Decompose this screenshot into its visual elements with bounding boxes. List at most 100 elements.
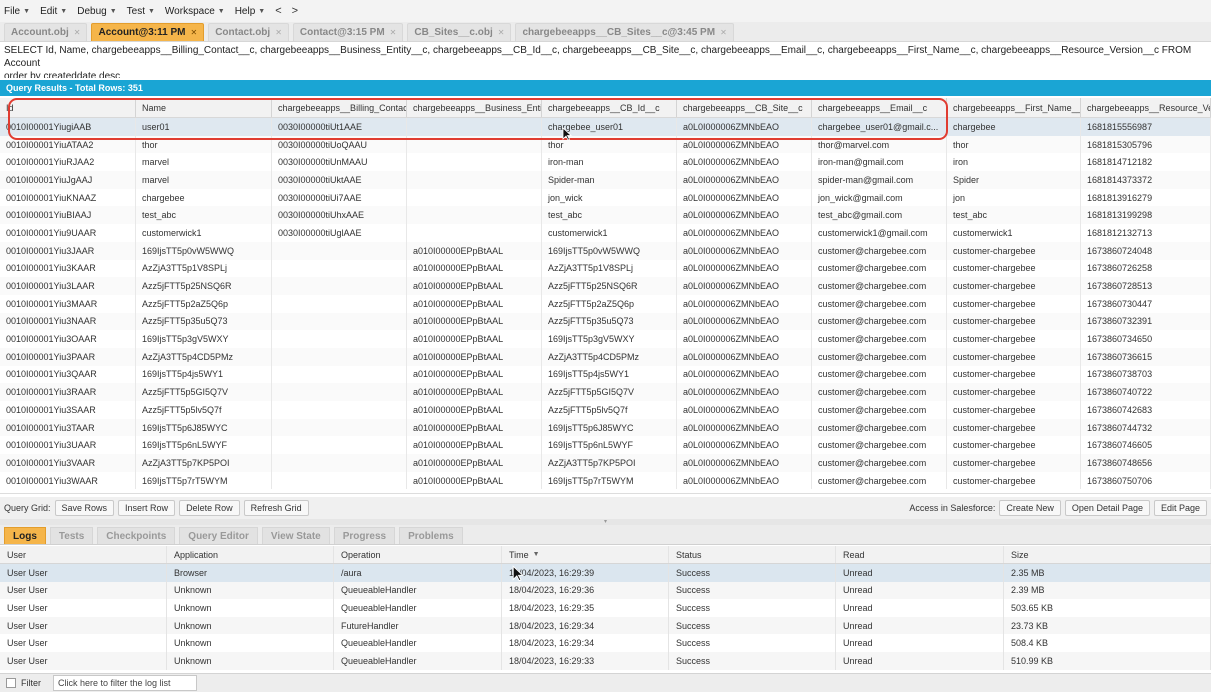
cell-name[interactable]: AzZjA3TT5p1V8SPLj <box>136 259 272 278</box>
cell-first-name[interactable]: customer-chargebee <box>947 294 1081 313</box>
cell-first-name[interactable]: customer-chargebee <box>947 401 1081 419</box>
log-row[interactable]: User User Unknown QueueableHandler 18/04/20… <box>0 651 1211 670</box>
cell-id[interactable]: 0010I00001YiuBIAAJ <box>0 206 136 225</box>
cell-cb-site[interactable]: a0L0I000006ZMNbEAO <box>677 330 812 348</box>
cell-cb-site[interactable]: a0L0I000006ZMNbEAO <box>677 241 812 260</box>
cell-resource-version[interactable]: 1681813916279 <box>1081 188 1211 207</box>
cell-cb-site[interactable]: a0L0I000006ZMNbEAO <box>677 294 812 313</box>
cell-business-entity[interactable] <box>407 171 542 189</box>
cell-cb-id[interactable]: AzZjA3TT5p4CD5PMz <box>542 347 677 366</box>
cell-billing-contact[interactable]: 0030I00000tiUhxAAE <box>272 206 407 225</box>
cell-first-name[interactable]: thor <box>947 135 1081 154</box>
cell-billing-contact[interactable] <box>272 241 407 260</box>
cell-billing-contact[interactable] <box>272 418 407 437</box>
cell-id[interactable]: 0010I00001YiugiAAB <box>0 118 136 136</box>
cell-first-name[interactable]: customer-chargebee <box>947 365 1081 384</box>
column-header-resource-version[interactable]: chargebeeapps__Resource_Ve <box>1081 98 1211 117</box>
cell-id[interactable]: 0010I00001Yiu9UAAR <box>0 224 136 242</box>
table-row[interactable]: 0010I00001YiuATAA2 thor 0030I00000tiUoQAAU… <box>0 135 1211 154</box>
cell-billing-contact[interactable] <box>272 330 407 348</box>
cell-id[interactable]: 0010I00001YiuJgAAJ <box>0 171 136 189</box>
cell-business-entity[interactable]: a010I00000EPpBtAAL <box>407 241 542 260</box>
cell-email[interactable]: test_abc@gmail.com <box>812 206 947 225</box>
cell-cb-site[interactable]: a0L0I000006ZMNbEAO <box>677 135 812 154</box>
cell-id[interactable]: 0010I00001Yiu3TAAR <box>0 418 136 437</box>
cell-id[interactable]: 0010I00001YiuRJAA2 <box>0 153 136 172</box>
cell-billing-contact[interactable] <box>272 436 407 455</box>
cell-cb-site[interactable]: a0L0I000006ZMNbEAO <box>677 418 812 437</box>
cell-email[interactable]: customerwick1@gmail.com <box>812 224 947 242</box>
column-header-business-entity[interactable]: chargebeeapps__Business_Enti <box>407 98 542 117</box>
back-arrow-icon[interactable]: < <box>275 5 281 17</box>
table-row[interactable]: 0010I00001Yiu3MAAR Azz5jFTT5p2aZ5Q6p a010I… <box>0 294 1211 313</box>
refresh-grid-button[interactable]: Refresh Grid <box>243 500 309 516</box>
cell-cb-site[interactable]: a0L0I000006ZMNbEAO <box>677 277 812 295</box>
close-icon[interactable]: ✕ <box>275 28 282 37</box>
insert-row-button[interactable]: Insert Row <box>118 500 176 516</box>
cell-business-entity[interactable]: a010I00000EPpBtAAL <box>407 383 542 401</box>
cell-billing-contact[interactable] <box>272 471 407 490</box>
cell-id[interactable]: 0010I00001Yiu3NAAR <box>0 312 136 331</box>
cell-billing-contact[interactable]: 0030I00000tiUt1AAE <box>272 118 407 136</box>
column-header-first-name[interactable]: chargebeeapps__First_Name__ <box>947 98 1081 117</box>
cell-cb-id[interactable]: 169IjsTT5p7rT5WYM <box>542 471 677 490</box>
cell-resource-version[interactable]: 1673860736615 <box>1081 347 1211 366</box>
cell-resource-version[interactable]: 1681812132713 <box>1081 224 1211 242</box>
cell-business-entity[interactable]: a010I00000EPpBtAAL <box>407 312 542 331</box>
menu-file[interactable]: File ▼ <box>4 6 30 17</box>
cell-resource-version[interactable]: 1673860734650 <box>1081 330 1211 348</box>
cell-resource-version[interactable]: 1681814712182 <box>1081 153 1211 172</box>
cell-id[interactable]: 0010I00001Yiu3QAAR <box>0 365 136 384</box>
cell-billing-contact[interactable]: 0030I00000tiUi7AAE <box>272 188 407 207</box>
cell-email[interactable]: customer@chargebee.com <box>812 330 947 348</box>
cell-billing-contact[interactable] <box>272 454 407 472</box>
cell-email[interactable]: customer@chargebee.com <box>812 383 947 401</box>
cell-email[interactable]: customer@chargebee.com <box>812 436 947 455</box>
log-row[interactable]: User User Unknown QueueableHandler 18/04/20… <box>0 581 1211 600</box>
cell-business-entity[interactable] <box>407 118 542 136</box>
column-header-application[interactable]: Application <box>167 546 334 563</box>
log-row[interactable]: User User Unknown QueueableHandler 18/04/20… <box>0 599 1211 617</box>
cell-first-name[interactable]: test_abc <box>947 206 1081 225</box>
table-row[interactable]: 0010I00001Yiu3TAAR 169IjsTT5p6J85WYC a010I… <box>0 418 1211 437</box>
cell-resource-version[interactable]: 1673860738703 <box>1081 365 1211 384</box>
log-row[interactable]: User User Unknown QueueableHandler 18/04/20… <box>0 634 1211 652</box>
cell-cb-id[interactable]: 169IjsTT5p3gV5WXY <box>542 330 677 348</box>
cell-name[interactable]: 169IjsTT5p7rT5WYM <box>136 471 272 490</box>
cell-cb-id[interactable]: customerwick1 <box>542 224 677 242</box>
cell-email[interactable]: customer@chargebee.com <box>812 454 947 472</box>
cell-resource-version[interactable]: 1673860748656 <box>1081 454 1211 472</box>
log-row[interactable]: User User Browser/aura 18/04/2023, 16:29:3… <box>0 564 1211 582</box>
cell-cb-id[interactable]: 169IjsTT5p6nL5WYF <box>542 436 677 455</box>
table-row[interactable]: 0010I00001Yiu3SAAR Azz5jFTT5p5lv5Q7f a010I… <box>0 401 1211 419</box>
cell-cb-id[interactable]: jon_wick <box>542 188 677 207</box>
cell-name[interactable]: marvel <box>136 153 272 172</box>
column-header-billing-contact[interactable]: chargebeeapps__Billing_Contac <box>272 98 407 117</box>
cell-cb-id[interactable]: Azz5jFTT5p2aZ5Q6p <box>542 294 677 313</box>
column-header-user[interactable]: User <box>0 546 167 563</box>
cell-resource-version[interactable]: 1673860744732 <box>1081 418 1211 437</box>
cell-cb-site[interactable]: a0L0I000006ZMNbEAO <box>677 471 812 490</box>
delete-row-button[interactable]: Delete Row <box>179 500 240 516</box>
cell-cb-id[interactable]: test_abc <box>542 206 677 225</box>
cell-cb-site[interactable]: a0L0I000006ZMNbEAO <box>677 259 812 278</box>
cell-resource-version[interactable]: 1673860732391 <box>1081 312 1211 331</box>
column-header-cb-id[interactable]: chargebeeapps__CB_Id__c <box>542 98 677 117</box>
cell-email[interactable]: spider-man@gmail.com <box>812 171 947 189</box>
cell-first-name[interactable]: customer-chargebee <box>947 347 1081 366</box>
table-row[interactable]: 0010I00001Yiu9UAAR customerwick1 0030I0000… <box>0 224 1211 242</box>
cell-id[interactable]: 0010I00001Yiu3UAAR <box>0 436 136 455</box>
cell-first-name[interactable]: customerwick1 <box>947 224 1081 242</box>
cell-cb-id[interactable]: Azz5jFTT5p35u5Q73 <box>542 312 677 331</box>
cell-resource-version[interactable]: 1673860724048 <box>1081 241 1211 260</box>
tab-contact-obj[interactable]: Contact.obj ✕ <box>208 23 289 41</box>
cell-email[interactable]: customer@chargebee.com <box>812 312 947 331</box>
table-row[interactable]: 0010I00001Yiu3UAAR 169IjsTT5p6nL5WYF a010I… <box>0 436 1211 455</box>
menu-test[interactable]: Test ▼ <box>127 6 155 17</box>
cell-business-entity[interactable] <box>407 135 542 154</box>
cell-name[interactable]: 169IjsTT5p4js5WY1 <box>136 365 272 384</box>
cell-name[interactable]: AzZjA3TT5p4CD5PMz <box>136 347 272 366</box>
tab-tests[interactable]: Tests <box>49 527 94 544</box>
cell-first-name[interactable]: customer-chargebee <box>947 330 1081 348</box>
cell-cb-id[interactable]: AzZjA3TT5p7KP5POI <box>542 454 677 472</box>
